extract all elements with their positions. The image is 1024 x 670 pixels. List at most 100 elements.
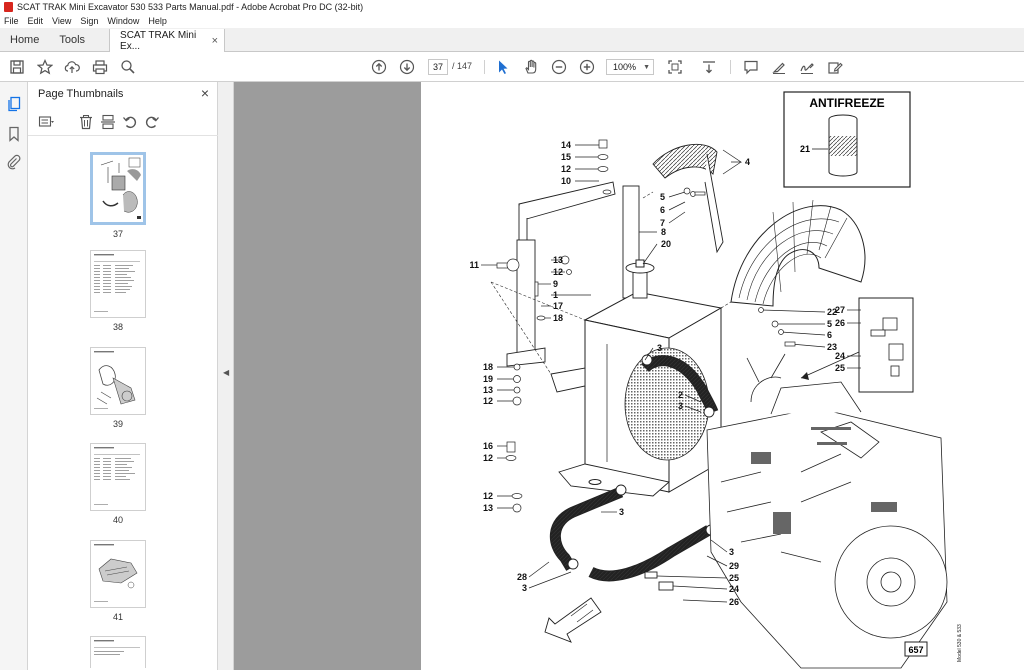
thumbnail-label-37: 37 bbox=[112, 229, 123, 239]
callout-27: 27 bbox=[835, 305, 845, 315]
menu-file[interactable]: File bbox=[4, 16, 19, 26]
collapse-panel-icon[interactable]: ◀ bbox=[223, 368, 229, 377]
callout-12: 12 bbox=[553, 267, 563, 277]
callout-3: 3 bbox=[729, 547, 734, 557]
sign-icon[interactable] bbox=[798, 58, 816, 76]
thumbnail-label-38: 38 bbox=[112, 322, 123, 332]
thumbnail-page-40[interactable] bbox=[90, 443, 146, 511]
callout-6: 6 bbox=[660, 205, 665, 215]
zoom-level-select[interactable]: 100% ▼ bbox=[606, 59, 654, 75]
thumbnail-page-41[interactable] bbox=[90, 540, 146, 608]
toolbar-divider bbox=[484, 60, 485, 74]
direction-arrow-icon bbox=[544, 597, 602, 643]
lower-hose-28 bbox=[550, 487, 623, 571]
callout-1: 1 bbox=[553, 290, 558, 300]
insert-page-icon[interactable] bbox=[100, 114, 116, 130]
fitting-26 bbox=[870, 329, 886, 337]
zoom-out-icon[interactable] bbox=[550, 58, 568, 76]
rotate-right-icon[interactable] bbox=[144, 114, 160, 130]
callout-3: 3 bbox=[522, 583, 527, 593]
acrobat-logo-icon bbox=[4, 2, 13, 12]
thumbnail-label-40: 40 bbox=[112, 515, 123, 525]
callout-13: 13 bbox=[553, 255, 563, 265]
callout-9: 9 bbox=[553, 279, 558, 289]
callout-19: 19 bbox=[483, 374, 493, 384]
close-panel-icon[interactable]: × bbox=[201, 85, 209, 101]
thumbnail-page-38[interactable] bbox=[90, 250, 146, 318]
tab-home[interactable]: Home bbox=[0, 28, 49, 51]
page-down-icon[interactable] bbox=[398, 58, 416, 76]
attachment-icon[interactable] bbox=[6, 154, 22, 170]
tab-tools[interactable]: Tools bbox=[49, 28, 95, 51]
drain-valve-24 bbox=[658, 581, 674, 591]
page-number-input[interactable]: 37 bbox=[428, 59, 448, 75]
hand-icon[interactable] bbox=[522, 58, 540, 76]
thumbnail-page-39[interactable] bbox=[90, 347, 146, 415]
fill-sign-icon[interactable] bbox=[826, 58, 844, 76]
highlight-icon[interactable] bbox=[770, 58, 788, 76]
zoom-level-value: 100% bbox=[613, 62, 637, 72]
callout-5: 5 bbox=[827, 319, 832, 329]
tab-document-label: SCAT TRAK Mini Ex... bbox=[120, 29, 197, 52]
zoom-in-icon[interactable] bbox=[578, 58, 596, 76]
toolbar-divider bbox=[730, 60, 731, 74]
menu-sign[interactable]: Sign bbox=[80, 16, 98, 26]
antifreeze-can-icon bbox=[828, 114, 858, 177]
side-note: Model 530 & 533 bbox=[957, 624, 963, 662]
thumbnail-image bbox=[94, 447, 140, 505]
callout-13: 13 bbox=[483, 385, 493, 395]
callout-6: 6 bbox=[827, 330, 832, 340]
menu-help[interactable]: Help bbox=[148, 16, 167, 26]
menu-view[interactable]: View bbox=[52, 16, 71, 26]
print-icon[interactable] bbox=[91, 58, 109, 76]
thumbnail-image bbox=[94, 254, 140, 312]
callout-11: 11 bbox=[469, 260, 479, 270]
callout-5: 5 bbox=[660, 192, 665, 202]
total-pages: 147 bbox=[457, 61, 473, 71]
star-icon[interactable] bbox=[36, 58, 54, 76]
page-thumbnails-icon[interactable] bbox=[6, 96, 22, 112]
page-separator: / bbox=[452, 61, 455, 71]
menu-edit[interactable]: Edit bbox=[28, 16, 44, 26]
scroll-mode-icon[interactable] bbox=[700, 58, 718, 76]
callout-14: 14 bbox=[561, 140, 571, 150]
page-up-icon[interactable] bbox=[370, 58, 388, 76]
select-cursor-icon[interactable] bbox=[494, 58, 512, 76]
menu-window[interactable]: Window bbox=[107, 16, 139, 26]
thumbnail-image bbox=[93, 155, 143, 222]
thumbnail-list: 37 38 39 40 41 bbox=[28, 138, 208, 668]
close-tab-icon[interactable]: × bbox=[212, 35, 218, 47]
bookmark-icon[interactable] bbox=[6, 126, 22, 142]
menu-bar: File Edit View Sign Window Help bbox=[0, 14, 1024, 28]
callout-28: 28 bbox=[517, 572, 527, 582]
page-thumbnails-panel: Page Thumbnails × 37 38 39 40 41 bbox=[28, 82, 243, 670]
callout-16: 16 bbox=[483, 441, 493, 451]
main-toolbar: 37 / 147 100% ▼ bbox=[0, 52, 1024, 82]
save-icon[interactable] bbox=[8, 58, 26, 76]
thumbnail-page-37[interactable] bbox=[90, 152, 146, 225]
figure-number: 657 bbox=[908, 645, 923, 655]
cloud-upload-icon[interactable] bbox=[63, 58, 81, 76]
document-viewer[interactable]: ANTIFREEZE 21 14 15 12 10 4 5 6 7 8 20 1… bbox=[234, 82, 1024, 670]
fit-page-icon[interactable] bbox=[666, 58, 684, 76]
options-menu-icon[interactable] bbox=[38, 114, 54, 130]
mount-bracket-19 bbox=[550, 367, 586, 393]
tab-bar: Home Tools SCAT TRAK Mini Ex... × bbox=[0, 28, 1024, 52]
callout-25: 25 bbox=[835, 363, 845, 373]
delete-page-icon[interactable] bbox=[78, 114, 94, 130]
thumbnail-image bbox=[94, 640, 140, 655]
panel-splitter[interactable]: ◀ bbox=[218, 82, 234, 670]
thumbnail-page-42[interactable] bbox=[90, 636, 146, 668]
callout-18: 18 bbox=[483, 362, 493, 372]
tab-document[interactable]: SCAT TRAK Mini Ex... × bbox=[109, 29, 226, 52]
lower-hose-29 bbox=[588, 526, 712, 581]
callout-17: 17 bbox=[553, 301, 563, 311]
fan-shroud-22 bbox=[730, 199, 866, 307]
comment-icon[interactable] bbox=[742, 58, 760, 76]
zoom-search-icon[interactable] bbox=[119, 58, 137, 76]
callout-12: 12 bbox=[561, 164, 571, 174]
antifreeze-label: ANTIFREEZE bbox=[809, 96, 884, 110]
callout-3: 3 bbox=[657, 343, 662, 353]
callout-25: 25 bbox=[729, 573, 739, 583]
rotate-left-icon[interactable] bbox=[122, 114, 138, 130]
